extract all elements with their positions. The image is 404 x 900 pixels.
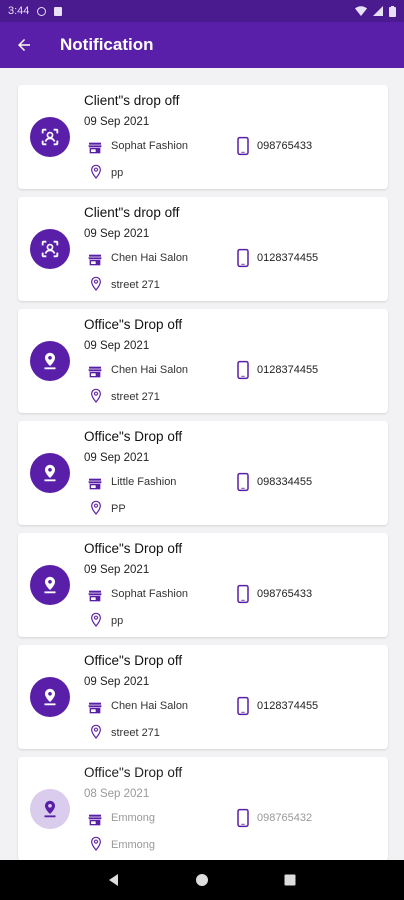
notification-card[interactable]: Office"s Drop off 09 Sep 2021 Chen Hai S… bbox=[18, 309, 388, 413]
notification-title: Office"s Drop off bbox=[84, 653, 183, 668]
phone-number: 0128374455 bbox=[257, 364, 319, 376]
notification-date: 09 Sep 2021 bbox=[84, 228, 150, 240]
office-drop-off-avatar bbox=[30, 789, 70, 829]
signal-icon bbox=[373, 6, 383, 16]
square-recents-icon bbox=[284, 874, 296, 886]
nav-recents-button[interactable] bbox=[278, 868, 302, 892]
phone-number: 098334455 bbox=[257, 476, 313, 488]
shop-name: Chen Hai Salon bbox=[111, 700, 189, 712]
location-pin-icon bbox=[39, 798, 61, 820]
back-button[interactable] bbox=[0, 22, 48, 68]
notification-date: 08 Sep 2021 bbox=[84, 788, 150, 800]
notification-card[interactable]: Office"s Drop off 09 Sep 2021 Little Fas… bbox=[18, 421, 388, 525]
notification-date: 09 Sep 2021 bbox=[84, 340, 150, 352]
map-marker-icon bbox=[88, 723, 104, 741]
smartphone-icon bbox=[233, 135, 253, 157]
location-text: street 271 bbox=[111, 279, 160, 291]
status-time: 3:44 bbox=[8, 5, 30, 17]
map-marker-icon bbox=[88, 163, 104, 181]
notification-date: 09 Sep 2021 bbox=[84, 676, 150, 688]
location-text: PP bbox=[111, 503, 126, 515]
notification-card[interactable]: Office"s Drop off 08 Sep 2021 Emmong 098… bbox=[18, 757, 388, 860]
notification-card[interactable]: Office"s Drop off 09 Sep 2021 Chen Hai S… bbox=[18, 645, 388, 749]
phone-number: 098765432 bbox=[257, 812, 313, 824]
smartphone-icon bbox=[233, 695, 253, 717]
wifi-icon bbox=[355, 6, 367, 16]
location-pin-icon bbox=[39, 574, 61, 596]
store-icon bbox=[87, 812, 103, 828]
location-text: Emmong bbox=[111, 839, 156, 851]
sim-status-icon bbox=[54, 6, 63, 16]
battery-icon bbox=[389, 5, 396, 17]
face-scan-icon bbox=[39, 126, 61, 148]
store-icon bbox=[87, 700, 103, 716]
notification-date: 09 Sep 2021 bbox=[84, 116, 150, 128]
shop-name: Chen Hai Salon bbox=[111, 364, 189, 376]
notification-title: Office"s Drop off bbox=[84, 765, 183, 780]
map-marker-icon bbox=[88, 611, 104, 629]
client-drop-off-avatar bbox=[30, 229, 70, 269]
office-drop-off-avatar bbox=[30, 565, 70, 605]
phone-number: 098765433 bbox=[257, 140, 313, 152]
smartphone-icon bbox=[233, 247, 253, 269]
smartphone-icon bbox=[233, 583, 253, 605]
nav-back-button[interactable] bbox=[102, 868, 126, 892]
notification-card[interactable]: Client"s drop off 09 Sep 2021 Sophat Fas… bbox=[18, 85, 388, 189]
notification-card[interactable]: Office"s Drop off 09 Sep 2021 Sophat Fas… bbox=[18, 533, 388, 637]
office-drop-off-avatar bbox=[30, 453, 70, 493]
shop-name: Sophat Fashion bbox=[111, 588, 189, 600]
map-marker-icon bbox=[88, 275, 104, 293]
arrow-left-icon bbox=[18, 39, 30, 51]
notification-date: 09 Sep 2021 bbox=[84, 564, 150, 576]
notification-title: Client"s drop off bbox=[84, 93, 180, 108]
face-scan-icon bbox=[39, 238, 61, 260]
notification-title: Office"s Drop off bbox=[84, 541, 183, 556]
store-icon bbox=[87, 476, 103, 492]
smartphone-icon bbox=[233, 807, 253, 829]
app-bar: Notification bbox=[0, 22, 404, 68]
location-text: street 271 bbox=[111, 727, 160, 739]
notification-card[interactable]: Client"s drop off 09 Sep 2021 Chen Hai S… bbox=[18, 197, 388, 301]
location-pin-icon bbox=[39, 686, 61, 708]
shop-name: Chen Hai Salon bbox=[111, 252, 189, 264]
map-marker-icon bbox=[88, 835, 104, 853]
notification-list[interactable]: Client"s drop off 09 Sep 2021 Sophat Fas… bbox=[0, 68, 404, 860]
system-nav-bar bbox=[0, 860, 404, 900]
location-pin-icon bbox=[39, 350, 61, 372]
phone-number: 0128374455 bbox=[257, 252, 319, 264]
notification-title: Client"s drop off bbox=[84, 205, 180, 220]
notification-title: Office"s Drop off bbox=[84, 429, 183, 444]
store-icon bbox=[87, 140, 103, 156]
notification-title: Office"s Drop off bbox=[84, 317, 183, 332]
smartphone-icon bbox=[233, 471, 253, 493]
settings-status-icon bbox=[37, 6, 47, 16]
store-icon bbox=[87, 252, 103, 268]
page-title: Notification bbox=[60, 35, 154, 54]
shop-name: Sophat Fashion bbox=[111, 140, 189, 152]
phone-number: 098765433 bbox=[257, 588, 313, 600]
shop-name: Emmong bbox=[111, 812, 156, 824]
office-drop-off-avatar bbox=[30, 341, 70, 381]
smartphone-icon bbox=[233, 359, 253, 381]
store-icon bbox=[87, 364, 103, 380]
location-text: pp bbox=[111, 615, 124, 627]
location-text: street 271 bbox=[111, 391, 160, 403]
notification-date: 09 Sep 2021 bbox=[84, 452, 150, 464]
map-marker-icon bbox=[88, 499, 104, 517]
nav-home-button[interactable] bbox=[190, 868, 214, 892]
client-drop-off-avatar bbox=[30, 117, 70, 157]
phone-number: 0128374455 bbox=[257, 700, 319, 712]
location-text: pp bbox=[111, 167, 124, 179]
map-marker-icon bbox=[88, 387, 104, 405]
office-drop-off-avatar bbox=[30, 677, 70, 717]
location-pin-icon bbox=[39, 462, 61, 484]
store-icon bbox=[87, 588, 103, 604]
circle-home-icon bbox=[196, 874, 208, 886]
status-bar: 3:44 bbox=[0, 0, 404, 22]
shop-name: Little Fashion bbox=[111, 476, 177, 488]
triangle-back-icon bbox=[109, 874, 118, 886]
